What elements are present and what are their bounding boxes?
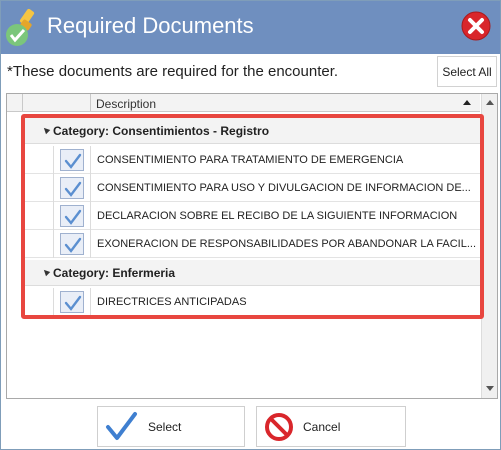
required-documents-dialog: Required Documents *These documents are … xyxy=(0,0,501,450)
highlight-box xyxy=(21,114,484,319)
cancel-button[interactable]: Cancel xyxy=(256,406,406,447)
instruction-text: *These documents are required for the en… xyxy=(7,63,339,80)
dialog-title: Required Documents xyxy=(47,13,254,38)
app-icon xyxy=(5,7,45,49)
description-column-header[interactable]: Description xyxy=(96,97,156,111)
scroll-down-icon[interactable] xyxy=(486,386,494,391)
title-bar: Required Documents xyxy=(1,1,500,54)
select-button-label: Select xyxy=(148,420,182,434)
cancel-button-label: Cancel xyxy=(303,420,341,434)
header-spacer xyxy=(23,94,91,112)
header-spacer xyxy=(7,94,23,112)
scroll-up-icon[interactable] xyxy=(486,100,494,105)
sort-ascending-icon[interactable] xyxy=(463,100,471,105)
select-button[interactable]: Select xyxy=(97,406,245,447)
grid-header: Description xyxy=(7,94,480,112)
close-icon[interactable] xyxy=(461,11,491,41)
select-all-button[interactable]: Select All xyxy=(437,56,497,87)
checkmark-icon xyxy=(104,411,138,446)
cancel-icon xyxy=(263,411,295,446)
